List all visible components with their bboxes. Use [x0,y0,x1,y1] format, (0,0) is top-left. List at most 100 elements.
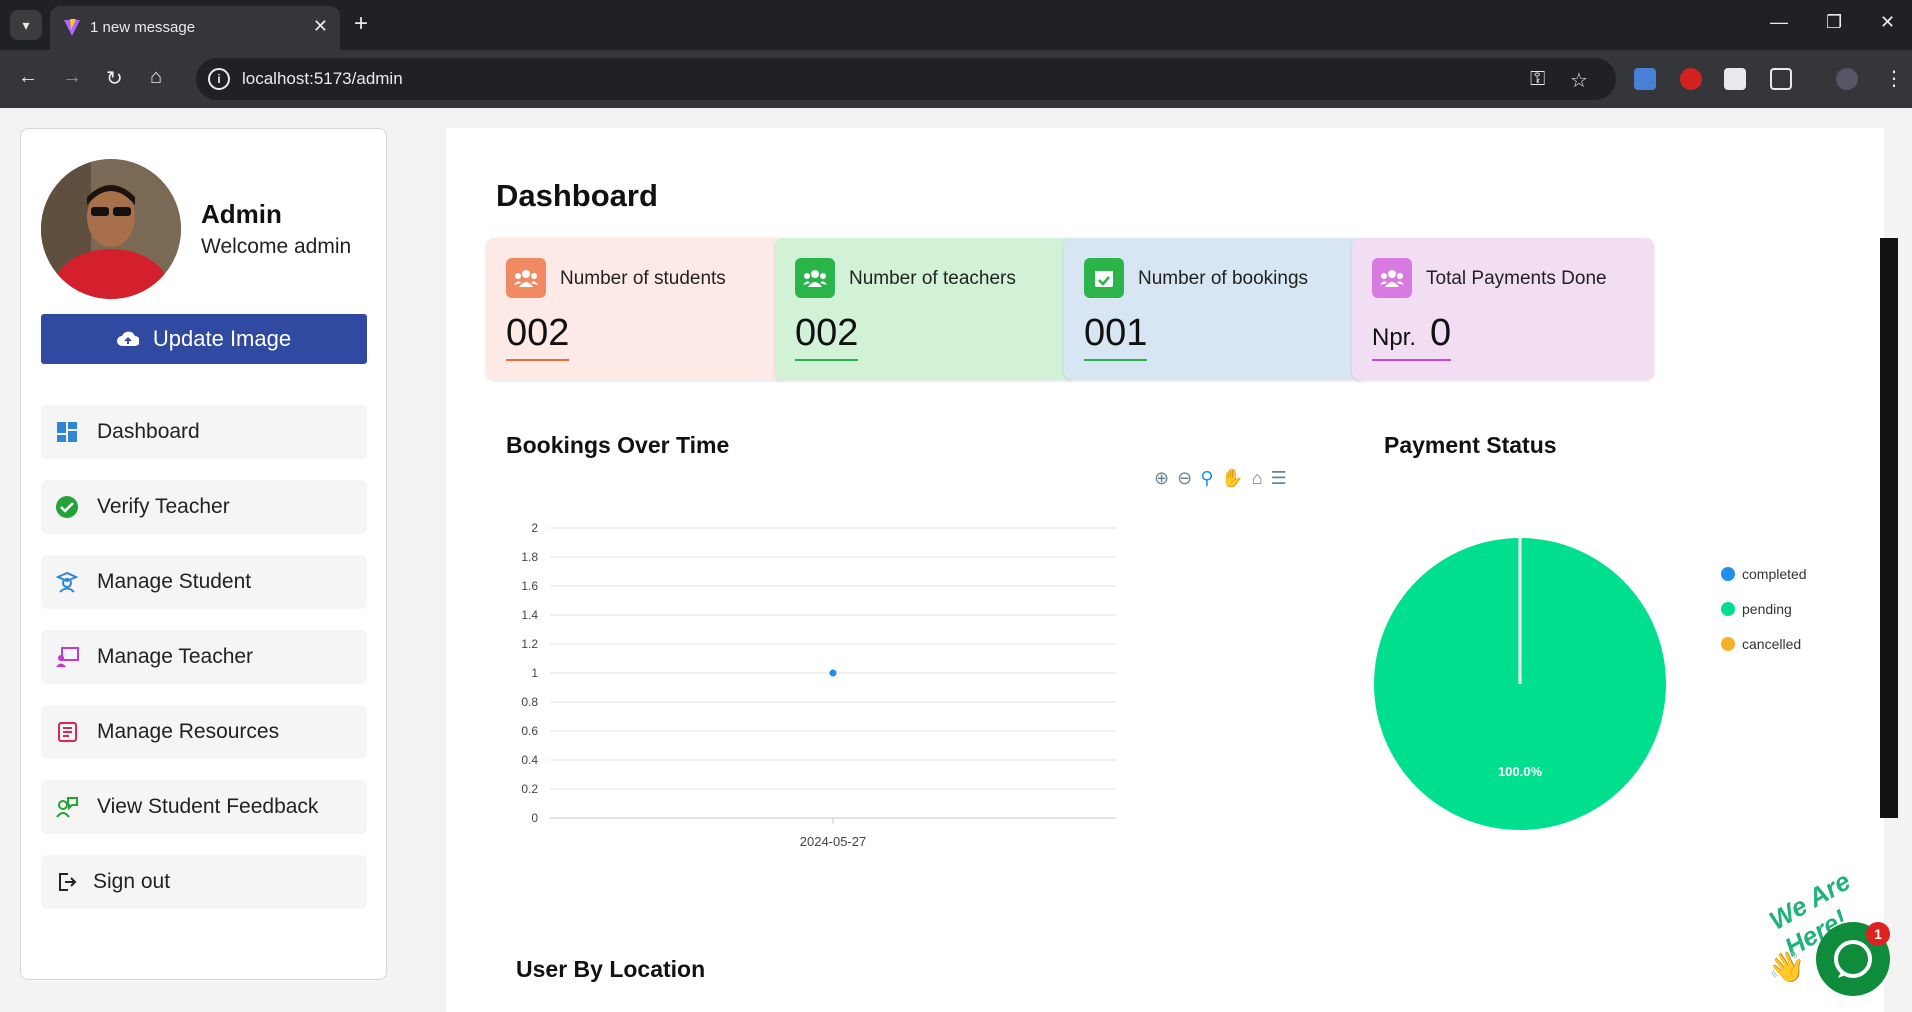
zoom-in-icon[interactable]: ⊕ [1154,468,1169,489]
sidebar-item-manage-teacher[interactable]: Manage Teacher [41,630,367,684]
reset-home-icon[interactable]: ⌂ [1252,468,1263,489]
y-tick-label: 0.8 [521,695,538,709]
stat-card-value: 002 [506,312,570,354]
dashboard-icon [55,420,79,444]
stat-card-value-wrap: 002 [506,312,570,361]
update-image-button[interactable]: Update Image [41,314,367,364]
data-point[interactable] [829,669,837,677]
reload-icon[interactable]: ↻ [106,66,123,91]
tab-close-icon[interactable]: ✕ [313,16,328,37]
y-tick-label: 1.4 [521,608,538,622]
new-tab-icon[interactable]: + [354,10,368,38]
stat-card: Total Payments Done Npr. 0 [1352,238,1654,380]
zoom-selection-icon[interactable]: ⚲ [1200,468,1213,489]
users-icon [795,258,835,298]
browser-tab-bar: ▾ 1 new message ✕ + — ❐ ✕ [0,0,1912,50]
sidebar-item-label: Manage Student [97,570,252,593]
vite-favicon-icon [64,19,80,36]
stat-card-value-wrap: Npr. 0 [1372,312,1452,361]
check-circle-icon [55,495,79,519]
stat-card-value-wrap: 002 [795,312,859,361]
stat-card-value-wrap: 001 [1084,312,1148,361]
restore-icon[interactable]: ❐ [1826,12,1842,33]
sidebar: Admin Welcome admin Update Image Dashboa… [20,128,387,980]
translate-extension-icon[interactable] [1634,68,1656,90]
stat-card: Number of students 002 [486,238,788,380]
stat-card-label: Number of teachers [849,268,1016,289]
pan-hand-icon[interactable]: ✋ [1221,468,1243,489]
sidebar-item-label: Manage Resources [97,720,280,743]
profile-welcome: Welcome admin [201,235,352,258]
sidebar-item-manage-resources[interactable]: Manage Resources [41,705,367,759]
tab-search-button[interactable]: ▾ [10,10,42,40]
page-scrollbar[interactable] [1880,238,1898,818]
stat-card: Number of bookings 001 [1064,238,1366,380]
tab-title: 1 new message [90,19,196,36]
chart-toolbar: ⊕ ⊖ ⚲ ✋ ⌂ ☰ [1154,468,1287,489]
minimize-icon[interactable]: — [1770,12,1788,33]
payment-chart-title: Payment Status [1384,432,1557,458]
address-bar[interactable]: i localhost:5173/admin ⚿ ☆ [196,58,1616,100]
sidebar-item-label: Verify Teacher [97,495,230,518]
legend-label[interactable]: pending [1742,601,1792,617]
y-tick-label: 2 [531,521,538,535]
legend-marker[interactable] [1721,567,1735,581]
sign-out-icon [55,870,79,894]
sidebar-item-manage-student[interactable]: Manage Student [41,555,367,609]
zoom-out-icon[interactable]: ⊖ [1177,468,1192,489]
sidebar-item-view-feedback[interactable]: View Student Feedback [41,780,367,834]
legend-label[interactable]: cancelled [1742,636,1801,652]
avatar [41,159,181,299]
site-info-icon[interactable]: i [208,68,230,90]
legend-marker[interactable] [1721,637,1735,651]
users-icon [506,258,546,298]
chart-menu-icon[interactable]: ☰ [1271,468,1287,489]
legend-label[interactable]: completed [1742,566,1807,582]
home-icon[interactable]: ⌂ [150,66,162,89]
pie-data-label: 100.0% [1498,764,1543,779]
y-tick-label: 0 [531,811,538,825]
text-extension-icon[interactable] [1724,68,1746,90]
calendar-check-icon [1084,258,1124,298]
users-icon [1372,258,1412,298]
y-tick-label: 0.6 [521,724,538,738]
window-close-icon[interactable]: ✕ [1880,12,1895,33]
password-key-icon[interactable]: ⚿ [1530,68,1545,91]
location-section-title: User By Location [516,956,706,982]
y-tick-label: 1.6 [521,579,538,593]
x-tick-label: 2024-05-27 [800,834,867,849]
update-image-label: Update Image [152,326,292,351]
browser-tab[interactable]: 1 new message ✕ [50,6,340,50]
sidebar-item-verify-teacher[interactable]: Verify Teacher [41,480,367,534]
adblock-extension-icon[interactable] [1680,68,1702,90]
stat-card-label: Number of students [560,268,726,289]
sidebar-item-label: View Student Feedback [97,795,319,818]
profile-photo-image [41,159,181,299]
url-text: localhost:5173/admin [242,69,403,88]
stat-card-value: 002 [795,312,859,354]
waving-hand-icon: 👋 [1768,951,1806,984]
teacher-icon [55,645,79,669]
extensions-puzzle-icon[interactable] [1770,68,1792,90]
chat-notification-badge: 1 [1866,922,1890,946]
stat-card-label: Number of bookings [1138,268,1309,289]
legend-marker[interactable] [1721,602,1735,616]
back-icon[interactable]: ← [18,66,38,89]
stat-card-prefix: Npr. [1372,324,1417,351]
stat-card-label: Total Payments Done [1426,268,1607,289]
bookmark-star-icon[interactable]: ☆ [1570,68,1588,93]
y-tick-label: 1 [531,666,538,680]
browser-toolbar: ← → ↻ ⌂ i localhost:5173/admin ⚿ ☆ ⋮ [0,50,1912,108]
sidebar-item-sign-out[interactable]: Sign out [41,855,367,909]
browser-menu-icon[interactable]: ⋮ [1884,66,1904,91]
profile-name: Admin [201,199,282,229]
y-tick-label: 1.2 [521,637,538,651]
y-tick-label: 0.2 [521,782,538,796]
profile-avatar-icon[interactable] [1836,68,1858,90]
page-title: Dashboard [496,178,658,213]
cloud-upload-icon [116,331,139,346]
forward-icon[interactable]: → [62,66,82,89]
student-icon [55,570,79,594]
feedback-icon [55,795,79,819]
sidebar-item-dashboard[interactable]: Dashboard [41,405,367,459]
